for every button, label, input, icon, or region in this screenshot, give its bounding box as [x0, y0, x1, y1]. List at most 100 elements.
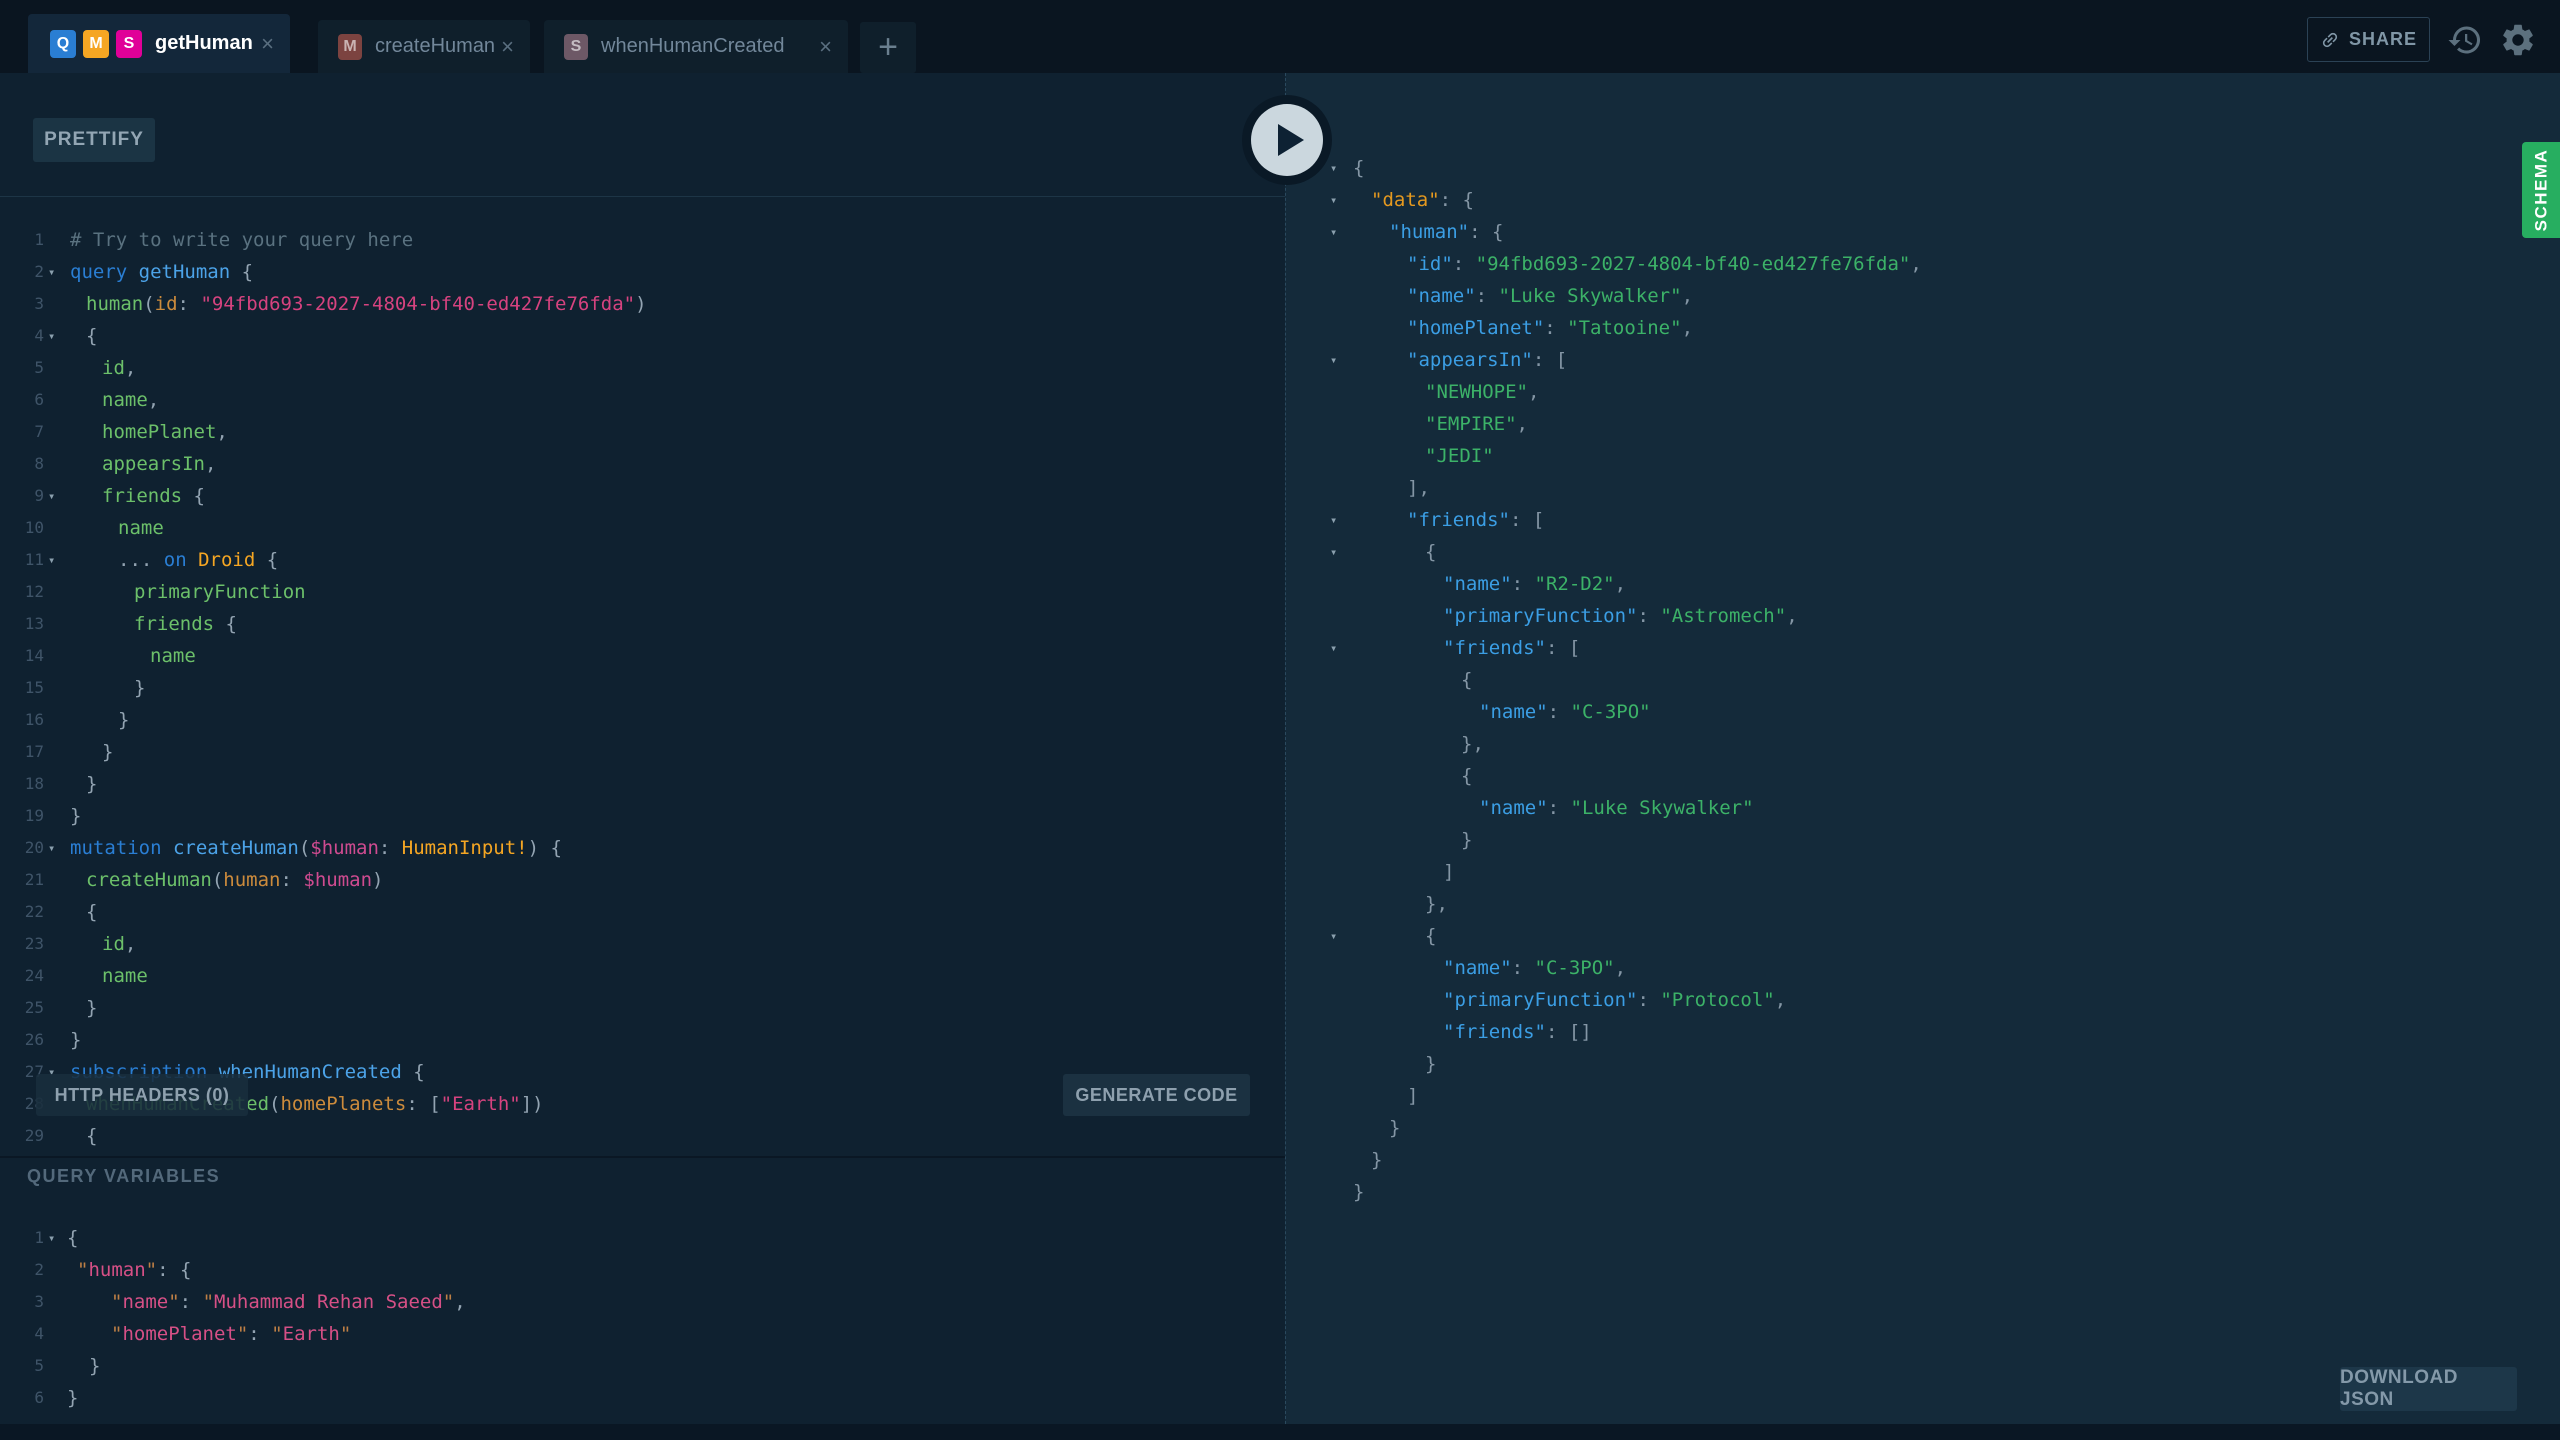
- play-icon: [1251, 104, 1323, 176]
- code-token: "primaryFunction": [1443, 989, 1638, 1011]
- code-text: }: [134, 672, 145, 704]
- code-line: 14 name: [0, 640, 1285, 672]
- http-headers-button[interactable]: HTTP HEADERS (0): [36, 1074, 248, 1116]
- code-token: "appearsIn": [1407, 349, 1533, 371]
- generate-code-button[interactable]: GENERATE CODE: [1063, 1074, 1250, 1116]
- line-number: 17: [24, 742, 44, 761]
- fold-arrow-icon[interactable]: ▾: [48, 1222, 55, 1254]
- code-token: ": [111, 1291, 123, 1313]
- code-token: {: [214, 613, 237, 635]
- code-token: "name": [1443, 957, 1512, 979]
- code-line: 3 "name": "Muhammad Rehan Saeed",: [0, 1286, 1285, 1318]
- line-number: 5: [34, 358, 44, 377]
- tab-createhuman[interactable]: M createHuman ×: [318, 20, 530, 73]
- fold-arrow-icon[interactable]: ▾: [1330, 504, 1337, 536]
- code-token: ": [111, 1323, 123, 1345]
- code-token: id: [102, 933, 125, 955]
- line-number: 6: [34, 390, 44, 409]
- fold-arrow-icon[interactable]: ▾: [1330, 152, 1337, 184]
- gear-icon[interactable]: [2496, 19, 2540, 61]
- prettify-button[interactable]: PRETTIFY: [33, 118, 155, 162]
- code-token: "name": [1443, 573, 1512, 595]
- code-token: ): [635, 293, 647, 315]
- fold-arrow-icon[interactable]: ▾: [48, 320, 55, 352]
- code-text: }: [1353, 1176, 1364, 1208]
- code-token: createHuman: [86, 869, 212, 891]
- fold-arrow-icon[interactable]: ▾: [1330, 344, 1337, 376]
- code-line: ]: [1286, 1080, 2560, 1112]
- code-line: "JEDI": [1286, 440, 2560, 472]
- code-token: primaryFunction: [134, 581, 306, 603]
- fold-arrow-icon[interactable]: ▾: [1330, 216, 1337, 248]
- code-token: {: [86, 325, 98, 347]
- code-text: ]: [1407, 1080, 1418, 1112]
- fold-arrow-icon[interactable]: ▾: [1330, 536, 1337, 568]
- code-line: 7 homePlanet,: [0, 416, 1285, 448]
- query-editor[interactable]: 1 # Try to write your query here 2 ▾ query g…: [0, 224, 1285, 1152]
- variables-divider[interactable]: [0, 1156, 1285, 1158]
- code-token: on: [163, 549, 187, 571]
- code-text: {: [1425, 536, 1436, 568]
- code-text: "primaryFunction": "Astromech",: [1443, 600, 1798, 632]
- code-token: ": [77, 1259, 89, 1281]
- code-token: ,: [1774, 989, 1787, 1011]
- code-line: 24 name: [0, 960, 1285, 992]
- download-json-button[interactable]: DOWNLOAD JSON: [2340, 1367, 2517, 1411]
- code-token: {: [1425, 541, 1437, 563]
- code-text: "human": {: [1389, 216, 1503, 248]
- code-token: {: [182, 485, 205, 507]
- line-number: 6: [34, 1388, 44, 1407]
- code-line: }: [1286, 1176, 2560, 1208]
- query-variables-editor[interactable]: 1 ▾{2 "human": {3 "name": "Muhammad Rehan S…: [0, 1222, 1285, 1414]
- close-icon[interactable]: ×: [819, 35, 832, 58]
- schema-tab[interactable]: SCHEMA: [2522, 142, 2560, 238]
- line-number: 20: [24, 838, 44, 857]
- code-token: "C-3PO": [1534, 957, 1615, 979]
- code-text: "appearsIn": [: [1407, 344, 1567, 376]
- tab-whenhumancreated[interactable]: S whenHumanCreated ×: [544, 20, 848, 73]
- code-token: "94fbd693-2027-4804-bf40-ed427fe76fda": [1475, 253, 1911, 275]
- fold-arrow-icon[interactable]: ▾: [1330, 184, 1337, 216]
- code-token: : {: [157, 1259, 192, 1281]
- new-tab-button[interactable]: +: [860, 22, 916, 73]
- code-token: "human": [1389, 221, 1470, 243]
- code-line: ▾ "appearsIn": [: [1286, 344, 2560, 376]
- fold-arrow-icon[interactable]: ▾: [48, 544, 55, 576]
- code-token: :: [1547, 701, 1571, 723]
- code-line: "homePlanet": "Tatooine",: [1286, 312, 2560, 344]
- code-token: {: [67, 1227, 79, 1249]
- fold-arrow-icon[interactable]: ▾: [48, 832, 55, 864]
- line-number: 12: [24, 582, 44, 601]
- code-token: ,: [1681, 317, 1694, 339]
- close-icon[interactable]: ×: [261, 32, 274, 55]
- code-token: "data": [1371, 189, 1440, 211]
- code-text: {: [1461, 760, 1472, 792]
- code-text: name: [102, 960, 148, 992]
- code-token: ): [372, 869, 384, 891]
- code-token: {: [255, 549, 279, 571]
- fold-arrow-icon[interactable]: ▾: [1330, 920, 1337, 952]
- code-line: 17}: [0, 736, 1285, 768]
- code-token: :: [1637, 989, 1661, 1011]
- execute-query-button[interactable]: [1242, 95, 1332, 185]
- query-variables-header[interactable]: QUERY VARIABLES: [27, 1166, 220, 1187]
- code-token: {: [1353, 157, 1365, 179]
- code-token: {: [401, 1061, 425, 1083]
- history-icon[interactable]: [2444, 20, 2486, 60]
- code-line: 2 "human": {: [0, 1254, 1285, 1286]
- close-icon[interactable]: ×: [501, 35, 514, 58]
- code-line: {: [1286, 664, 2560, 696]
- tab-gethuman[interactable]: Q M S getHuman ×: [28, 14, 290, 73]
- code-line: 6 name,: [0, 384, 1285, 416]
- fold-arrow-icon[interactable]: ▾: [48, 256, 55, 288]
- code-text: "primaryFunction": "Protocol",: [1443, 984, 1786, 1016]
- code-text: name: [118, 512, 164, 544]
- fold-arrow-icon[interactable]: ▾: [1330, 632, 1337, 664]
- code-text: "name": "Luke Skywalker",: [1407, 280, 1693, 312]
- share-button[interactable]: SHARE: [2307, 17, 2430, 62]
- code-line: 3 human(id: "94fbd693-2027-4804-bf40-ed42…: [0, 288, 1285, 320]
- fold-arrow-icon[interactable]: ▾: [48, 480, 55, 512]
- code-token: ,: [124, 357, 137, 379]
- code-token: }: [118, 709, 130, 731]
- code-text: }: [118, 704, 129, 736]
